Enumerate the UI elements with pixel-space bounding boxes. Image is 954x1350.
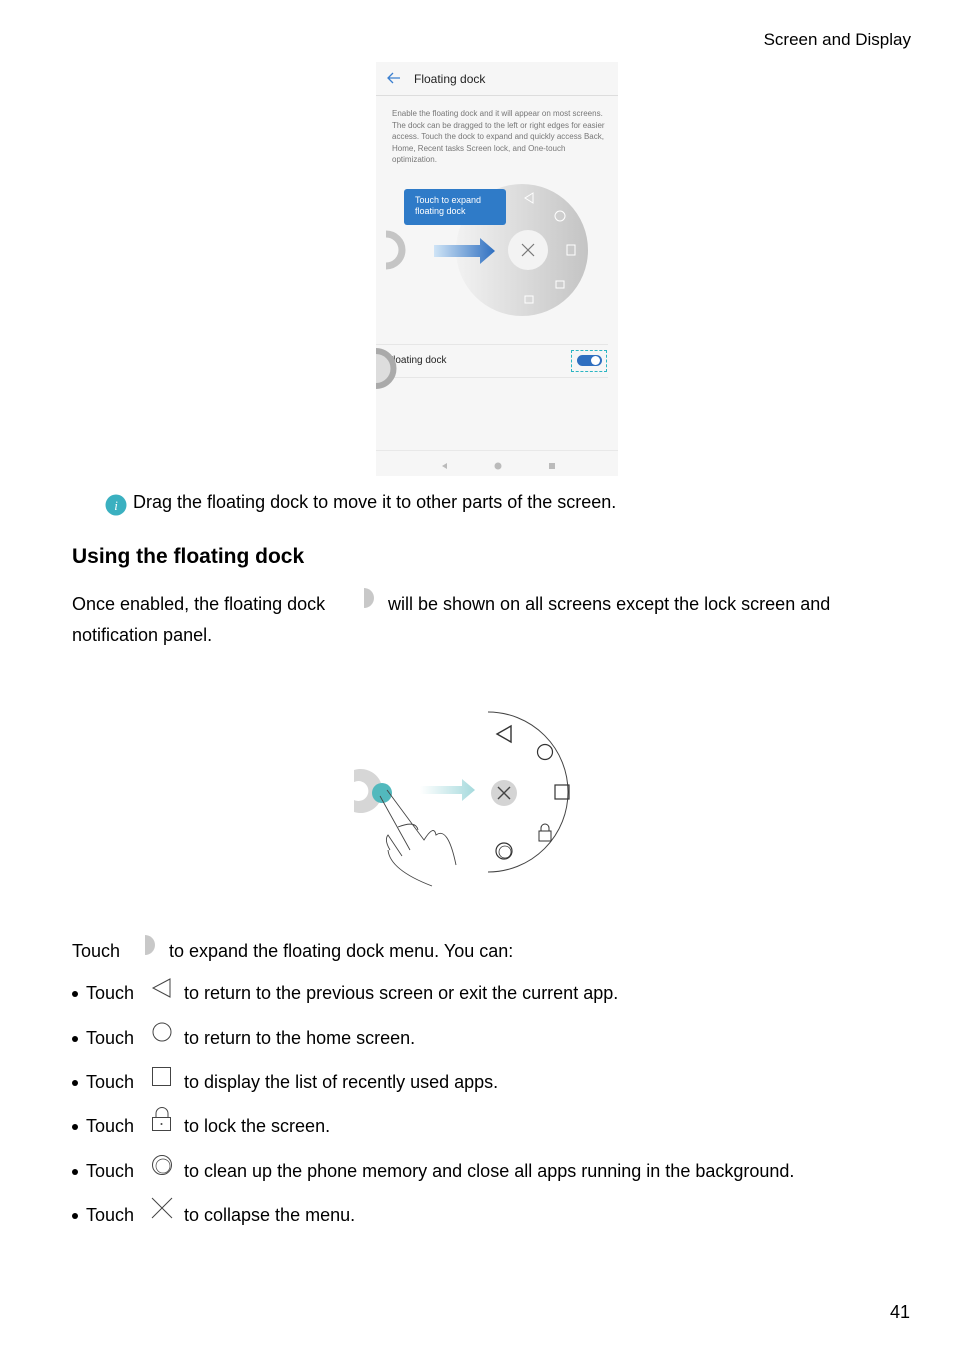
- floating-dock-icon: [364, 588, 374, 608]
- back-triangle-icon: [151, 978, 171, 998]
- page-number: 41: [889, 1302, 910, 1322]
- dock-diagram: [354, 711, 570, 887]
- recent-square-icon: [152, 1067, 171, 1086]
- nav-back-icon: [442, 463, 447, 469]
- section-title: Using the floating dock: [72, 545, 305, 568]
- section-header: Screen and Display: [763, 30, 911, 49]
- intro-text-3: notification panel.: [72, 625, 213, 645]
- list-item: Touch to return to the home screen.: [72, 1022, 415, 1049]
- close-x-icon: [151, 1197, 173, 1219]
- floating-dock-icon[interactable]: [376, 348, 400, 390]
- floating-dock-icon: [145, 935, 155, 955]
- back-arrow-icon[interactable]: [387, 72, 401, 84]
- list-item: Touch to display the list of recently us…: [72, 1067, 498, 1093]
- phone-description: Enable the floating dock and it will app…: [392, 109, 605, 164]
- list-item: Touch to lock the screen.: [72, 1107, 330, 1137]
- phone-title: Floating dock: [414, 72, 486, 86]
- hand-icon: [379, 789, 457, 887]
- nav-bar: [376, 450, 618, 477]
- svg-text:i: i: [114, 498, 118, 513]
- optimize-ring-icon: [495, 842, 513, 860]
- manual-page: Screen and Display Floating dock Enable …: [0, 0, 954, 1350]
- lock-icon: [538, 823, 552, 842]
- list-item: Touch to return to the previous screen o…: [72, 978, 618, 1004]
- floating-dock-toggle[interactable]: [571, 350, 607, 372]
- optimize-ring-icon: [152, 1155, 172, 1175]
- intro-text-1: Once enabled, the floating dock: [72, 594, 326, 614]
- setting-row: Floating dock: [376, 344, 608, 378]
- lock-icon: [152, 1107, 171, 1131]
- back-triangle-icon: [495, 724, 512, 744]
- nav-recent-icon: [549, 463, 555, 469]
- list-item: Touch to clean up the phone memory and c…: [72, 1155, 794, 1182]
- note-text: Drag the floating dock to move it to oth…: [133, 492, 617, 512]
- home-circle-icon: [152, 1022, 172, 1042]
- list-item: Touch to collapse the menu.: [72, 1197, 355, 1226]
- home-circle-icon: [536, 743, 554, 761]
- floating-dock-icon: [385, 230, 406, 270]
- arrow-icon: [420, 779, 475, 801]
- touch-line-1: Touch: [72, 941, 121, 961]
- tooltip: Touch to expand floating dock: [404, 189, 506, 225]
- phone-header: Floating dock: [376, 62, 618, 96]
- recent-square-icon: [554, 784, 570, 800]
- touch-line-2: to expand the floating dock menu. You ca…: [169, 941, 514, 961]
- info-icon: i: [105, 494, 127, 516]
- phone-screenshot: Floating dock Enable the floating dock a…: [376, 62, 618, 476]
- intro-text-2: will be shown on all screens except the …: [388, 594, 831, 614]
- nav-home-icon: [494, 462, 502, 470]
